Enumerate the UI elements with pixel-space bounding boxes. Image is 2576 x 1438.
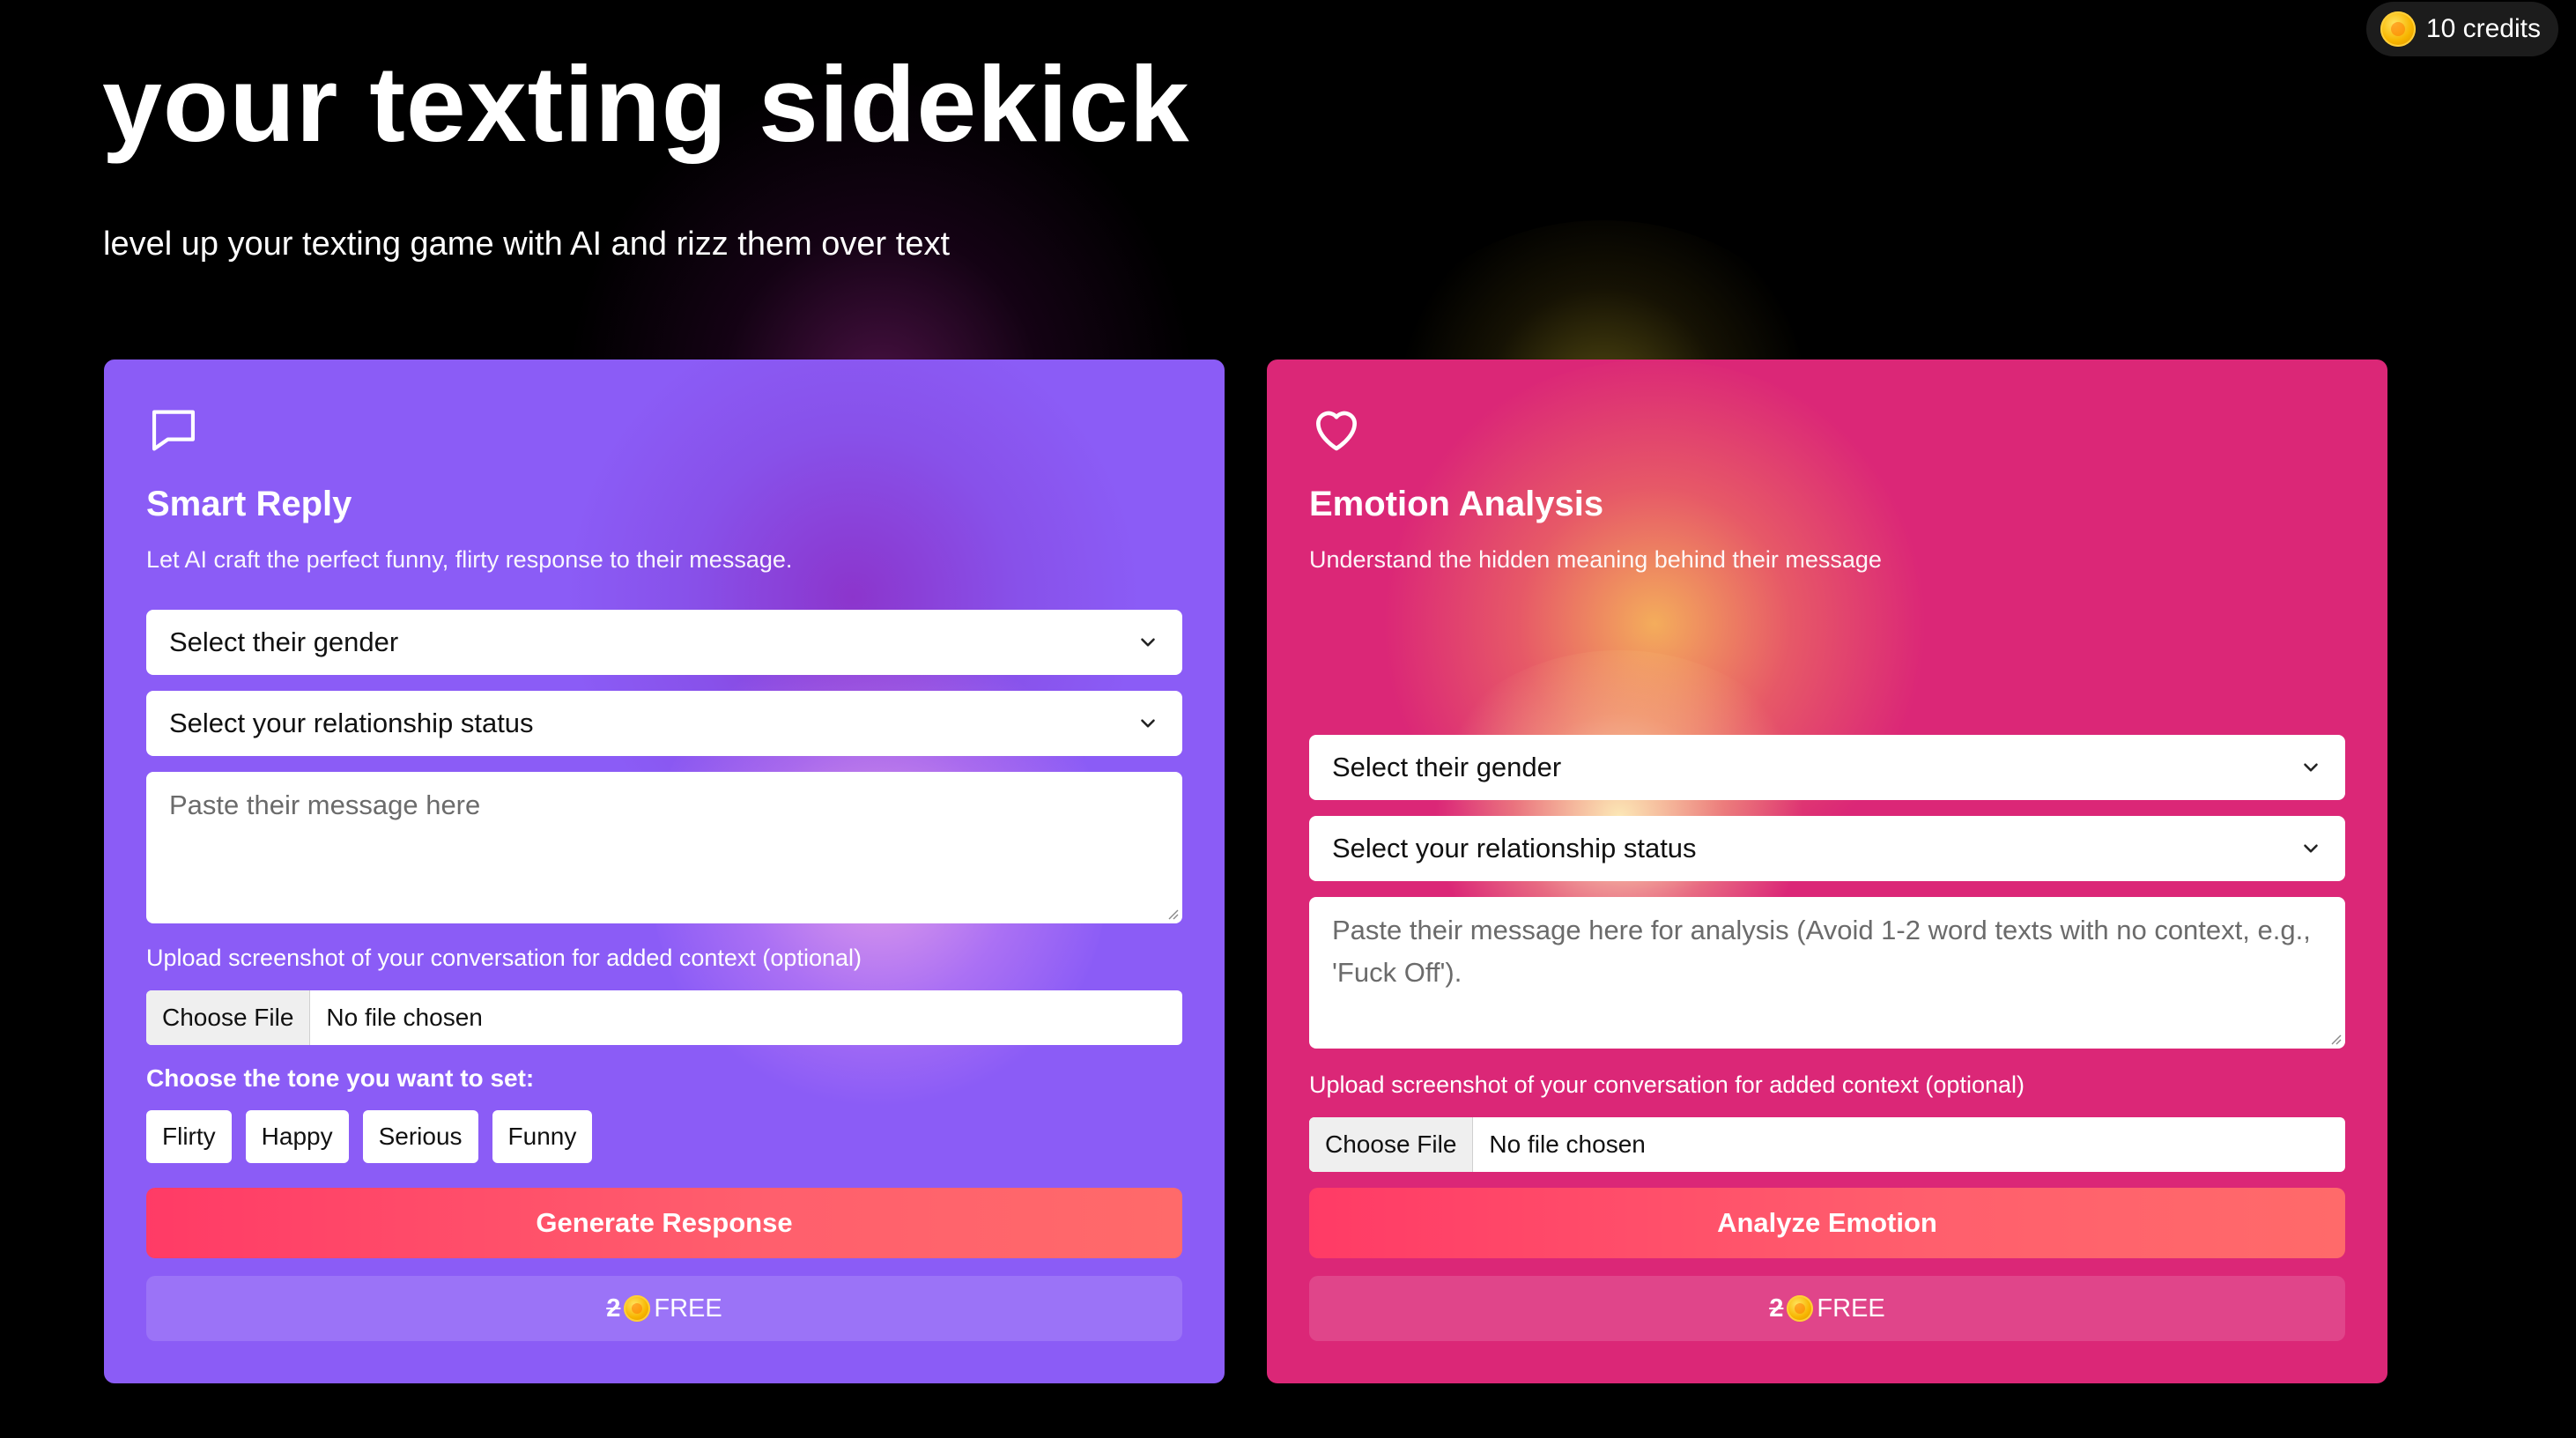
gender-select[interactable]: Select their gender — [146, 610, 1182, 675]
file-status: No file chosen — [326, 1004, 483, 1031]
message-textarea[interactable]: Paste their message here for analysis (A… — [1309, 897, 2345, 1049]
free-label: FREE — [1817, 1293, 1885, 1323]
smart-reply-title: Smart Reply — [146, 485, 352, 523]
page-title: your texting sidekick — [102, 44, 1190, 164]
message-placeholder: Paste their message here for analysis (A… — [1332, 915, 2311, 988]
emotion-analysis-title: Emotion Analysis — [1309, 485, 1604, 523]
gender-select-value: Select their gender — [169, 626, 399, 657]
generate-response-button[interactable]: Generate Response — [146, 1188, 1182, 1258]
gender-select-value: Select their gender — [1332, 752, 1562, 782]
cost-indicator: 2 FREE — [1309, 1276, 2345, 1341]
chevron-down-icon — [1141, 638, 1155, 647]
tone-options: Flirty Happy Serious Funny — [146, 1110, 593, 1163]
chevron-down-icon — [2304, 763, 2318, 772]
choose-file-button[interactable]: Choose File — [1309, 1117, 1474, 1172]
chevron-down-icon — [2304, 844, 2318, 853]
gender-select[interactable]: Select their gender — [1309, 735, 2345, 800]
coin-icon — [2380, 11, 2416, 47]
old-cost: 2 — [606, 1293, 621, 1323]
tone-funny-button[interactable]: Funny — [492, 1110, 593, 1163]
relationship-select[interactable]: Select your relationship status — [146, 691, 1182, 756]
tone-serious-button[interactable]: Serious — [362, 1110, 478, 1163]
resize-handle-icon[interactable] — [2328, 1031, 2342, 1045]
page-subtitle: level up your texting game with AI and r… — [103, 226, 951, 263]
coin-icon — [1787, 1295, 1814, 1322]
coin-icon — [624, 1295, 651, 1322]
tone-label: Choose the tone you want to set: — [146, 1064, 535, 1092]
smart-reply-description: Let AI craft the perfect funny, flirty r… — [146, 546, 793, 573]
credits-badge[interactable]: 10 credits — [2365, 2, 2558, 56]
choose-file-button[interactable]: Choose File — [146, 990, 311, 1045]
upload-label: Upload screenshot of your conversation f… — [1309, 1071, 2025, 1098]
emotion-analysis-description: Understand the hidden meaning behind the… — [1309, 546, 1882, 573]
analyze-emotion-button[interactable]: Analyze Emotion — [1309, 1188, 2345, 1258]
smart-reply-card: Smart Reply Let AI craft the perfect fun… — [104, 360, 1225, 1383]
credits-label: 10 credits — [2425, 14, 2541, 43]
cost-indicator: 2 FREE — [146, 1276, 1182, 1341]
file-upload-input[interactable]: Choose File No file chosen — [146, 990, 1182, 1045]
emotion-analysis-card: Emotion Analysis Understand the hidden m… — [1267, 360, 2387, 1383]
tone-flirty-button[interactable]: Flirty — [146, 1110, 232, 1163]
relationship-select[interactable]: Select your relationship status — [1309, 816, 2345, 881]
relationship-select-value: Select your relationship status — [1332, 833, 1697, 864]
message-textarea[interactable]: Paste their message here — [146, 772, 1182, 923]
chat-bubble-icon — [152, 410, 196, 451]
upload-label: Upload screenshot of your conversation f… — [146, 945, 862, 971]
old-cost: 2 — [1769, 1293, 1784, 1323]
resize-handle-icon[interactable] — [1165, 906, 1179, 920]
chevron-down-icon — [1141, 719, 1155, 728]
file-upload-input[interactable]: Choose File No file chosen — [1309, 1117, 2345, 1172]
tone-happy-button[interactable]: Happy — [245, 1110, 349, 1163]
relationship-select-value: Select your relationship status — [169, 708, 534, 738]
message-placeholder: Paste their message here — [169, 789, 481, 820]
file-status: No file chosen — [1489, 1130, 1646, 1158]
free-label: FREE — [654, 1293, 722, 1323]
heart-icon — [1316, 411, 1357, 451]
